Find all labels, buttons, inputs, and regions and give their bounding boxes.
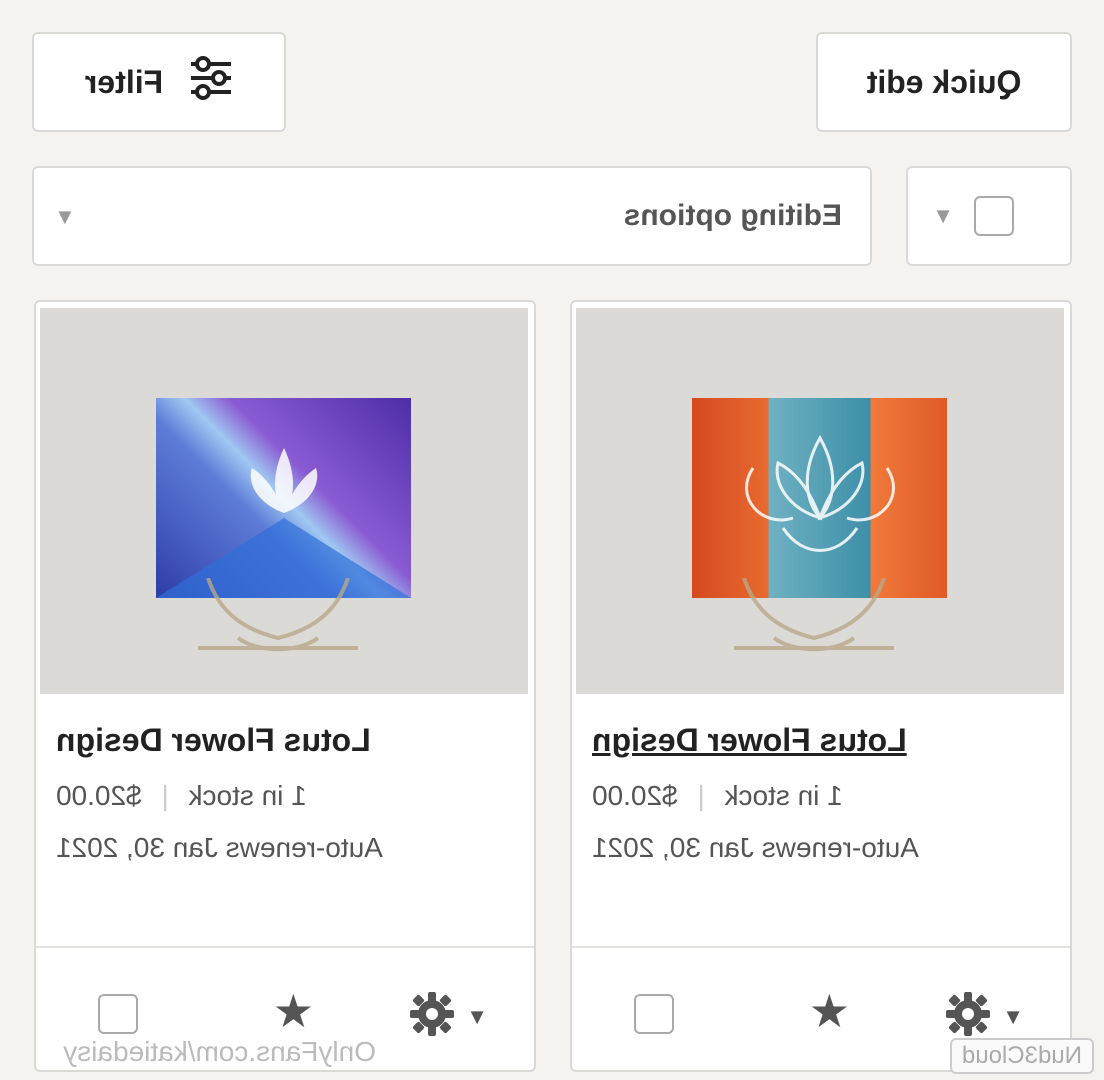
editing-options-dropdown[interactable]: Editing options ▼: [32, 166, 872, 266]
easel: [178, 577, 378, 658]
listing-price: $20.00: [56, 780, 142, 811]
select-all-checkbox[interactable]: [974, 196, 1014, 236]
listing-card[interactable]: Lotus Flower Design 1 in stock | $20.00 …: [570, 300, 1072, 1072]
quick-edit-label: Quick edit: [866, 63, 1022, 100]
card-divider: [36, 946, 534, 948]
easel: [714, 577, 914, 658]
caret-down-icon: ▼: [932, 203, 954, 228]
listing-checkbox[interactable]: [98, 994, 138, 1034]
caret-down-icon: ▼: [466, 1003, 488, 1029]
listing-image[interactable]: [576, 308, 1064, 694]
watermark-badge: Nud3Cloud: [949, 1038, 1094, 1074]
star-icon[interactable]: ★: [273, 984, 314, 1038]
listing-renewal: Auto-renews Jan 30, 2021: [56, 832, 383, 863]
filter-label: Filter: [84, 63, 164, 100]
editing-options-label: Editing options: [623, 199, 842, 232]
settings-menu[interactable]: ▼: [408, 990, 488, 1043]
caret-down-icon: ▼: [1002, 1003, 1024, 1029]
card-divider: [572, 946, 1070, 948]
painting-blue: [156, 398, 411, 598]
select-all-dropdown[interactable]: ▼: [906, 166, 1072, 266]
listing-title[interactable]: Lotus Flower Design: [56, 722, 534, 759]
gear-icon: [944, 990, 992, 1043]
listing-price: $20.00: [592, 780, 678, 811]
listing-renewal: Auto-renews Jan 30, 2021: [592, 832, 919, 863]
listing-card[interactable]: Lotus Flower Design 1 in stock | $20.00 …: [34, 300, 536, 1072]
caret-down-icon: ▼: [54, 204, 76, 229]
listing-stock: 1 in stock: [188, 780, 307, 811]
listing-image[interactable]: [40, 308, 528, 694]
settings-menu[interactable]: ▼: [944, 990, 1024, 1043]
watermark-text: OnlyFans.com/katiedaisy: [63, 1036, 376, 1067]
filter-button[interactable]: Filter: [32, 32, 286, 132]
painting-orange: [692, 398, 947, 598]
listing-checkbox[interactable]: [634, 994, 674, 1034]
meta-separator: |: [161, 780, 169, 811]
gear-icon: [408, 990, 456, 1043]
meta-separator: |: [697, 780, 705, 811]
star-icon[interactable]: ★: [809, 984, 850, 1038]
sliders-icon: [189, 56, 233, 108]
listing-stock-price: 1 in stock | $20.00: [56, 780, 534, 812]
quick-edit-button[interactable]: Quick edit: [816, 32, 1072, 132]
listing-title[interactable]: Lotus Flower Design: [592, 722, 1070, 759]
listing-stock: 1 in stock: [724, 780, 843, 811]
listing-stock-price: 1 in stock | $20.00: [592, 780, 1070, 812]
mirrored-page: Quick edit Filter ▼ Editing options ▼ Lo…: [0, 0, 1104, 1080]
